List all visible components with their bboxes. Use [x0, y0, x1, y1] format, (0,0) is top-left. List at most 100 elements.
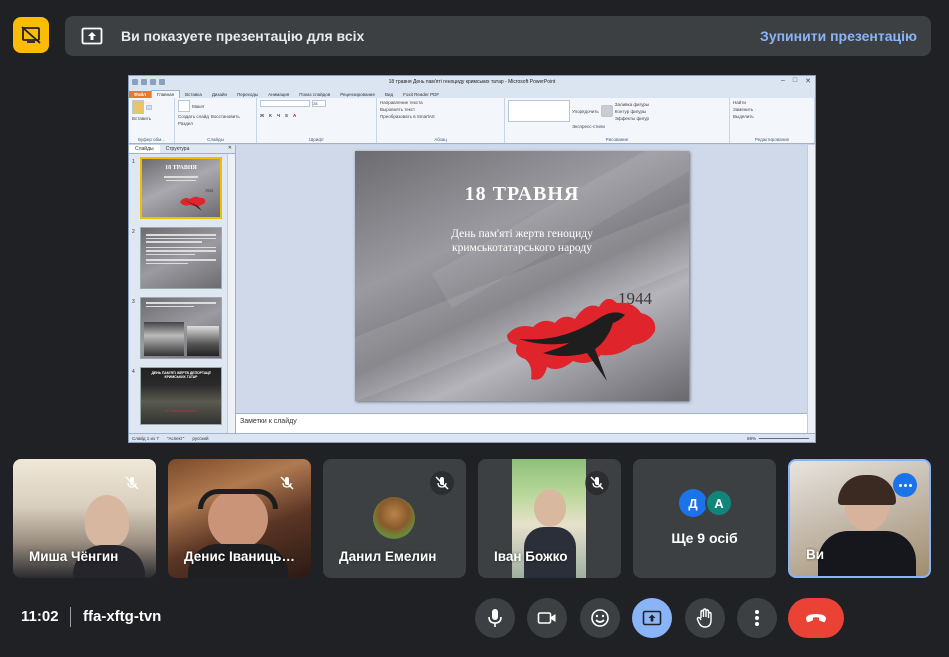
slide-thumb-4[interactable]: ДЕНЬ ПАМ'ЯТІ ЖЕРТВ ДЕПОРТАЦІЇ КРИМСЬКИХ … — [140, 367, 222, 425]
microphone-button[interactable] — [475, 598, 515, 638]
current-slide[interactable]: 18 ТРАВНЯ День пам'яті жертв геноциду кр… — [355, 151, 689, 401]
zoom-slider[interactable] — [759, 437, 809, 439]
thumb-text-line — [146, 259, 216, 261]
font-color-button[interactable]: А — [293, 113, 296, 118]
participant-tile[interactable]: Іван Божко — [478, 459, 621, 578]
tab-review[interactable]: Рецензирование — [335, 91, 380, 98]
shapes-gallery[interactable] — [508, 100, 570, 122]
more-options-button[interactable] — [893, 473, 917, 497]
replace-button[interactable]: Заменить — [733, 107, 811, 112]
layout-button[interactable]: Макет — [192, 104, 205, 109]
italic-button[interactable]: К — [269, 113, 272, 118]
align-text-button[interactable]: Выровнять текст — [380, 107, 415, 112]
tab-outline[interactable]: Структура — [160, 145, 196, 153]
paste-button[interactable]: Вставить — [132, 116, 171, 121]
self-tile[interactable]: Ви — [788, 459, 931, 578]
section-button[interactable]: Раздел — [178, 121, 193, 126]
zoom-control[interactable]: 69% — [747, 436, 809, 441]
slide-notes[interactable]: Заметки к слайду — [236, 413, 807, 433]
camera-button[interactable] — [527, 598, 567, 638]
more-vert-icon — [755, 610, 759, 626]
thumb-text-line — [146, 305, 194, 307]
shape-fill-button[interactable]: Заливка фигуры — [615, 102, 649, 107]
group-slides: Макет Создать слайд Восстановить Раздел С… — [175, 98, 257, 143]
mic-off-icon — [280, 476, 294, 490]
paste-icon[interactable] — [132, 100, 144, 114]
tab-animations[interactable]: Анимация — [263, 91, 294, 98]
mic-off-icon — [125, 476, 139, 490]
meeting-time: 11:02 — [21, 608, 59, 625]
close-icon[interactable]: ✕ — [805, 77, 811, 85]
stop-presenting-button[interactable]: Зупинити презентацію — [760, 28, 917, 44]
thumb-text-line — [146, 234, 216, 236]
thumbnail-scrollbar[interactable] — [227, 154, 235, 433]
slide-thumb-2[interactable] — [140, 227, 222, 289]
slide-thumb-3[interactable] — [140, 297, 222, 359]
shape-outline-button[interactable]: Контур фигуры — [615, 109, 649, 114]
find-button[interactable]: Найти — [733, 100, 811, 105]
group-paragraph: Направление текста Выровнять текст Преоб… — [377, 98, 505, 143]
new-slide-button[interactable]: Создать слайд — [178, 114, 209, 119]
group-drawing: Упорядочить Заливка фигуры Контур фигуры… — [505, 98, 730, 143]
ppt-title-bar: 18 травня День пам'яті геноциду кримськи… — [129, 76, 815, 88]
quick-styles-button[interactable]: Экспресс-стили — [572, 124, 605, 129]
bold-button[interactable]: Ж — [260, 113, 264, 118]
theme-name: "Аспект" — [166, 435, 185, 441]
leave-call-button[interactable] — [788, 598, 844, 638]
smartart-button[interactable]: Преобразовать в SmartArt — [380, 114, 435, 119]
more-options-menu-button[interactable] — [737, 598, 777, 638]
ppt-window-title: 18 травня День пам'яті геноциду кримськи… — [388, 79, 556, 85]
close-panel-icon[interactable]: ✕ — [225, 145, 235, 153]
raise-hand-button[interactable] — [685, 598, 725, 638]
editor-scrollbar[interactable] — [807, 145, 815, 433]
present-icon — [642, 610, 662, 626]
slide-subtitle: День пам'яті жертв геноциду кримськотата… — [415, 227, 629, 255]
language[interactable]: русский — [192, 436, 208, 441]
participant-tile[interactable]: Миша Чёнгин — [13, 459, 156, 578]
reactions-button[interactable] — [580, 598, 620, 638]
tab-file[interactable]: Файл — [129, 91, 151, 98]
shape-effects-button[interactable]: Эффекты фигур — [615, 116, 649, 121]
minimize-icon[interactable]: – — [781, 77, 785, 85]
tab-slides[interactable]: Слайды — [129, 145, 160, 153]
group-label-paragraph: Абзац — [434, 137, 447, 142]
participant-name: Денис Іваницький — [184, 549, 299, 564]
maximize-icon[interactable]: □ — [793, 77, 797, 85]
tab-slideshow[interactable]: Показ слайдов — [294, 91, 335, 98]
arrange-button[interactable]: Упорядочить — [572, 109, 599, 114]
present-screen-button[interactable] — [632, 598, 672, 638]
new-slide-icon[interactable] — [178, 100, 190, 112]
quick-styles-icon[interactable] — [600, 105, 613, 117]
crimea-swallow-icon — [507, 298, 656, 381]
tab-foxit[interactable]: Foxit Reader PDF — [398, 91, 444, 98]
presentation-off-button[interactable] — [13, 17, 49, 53]
group-label-clipboard: Буфер обм... — [138, 137, 165, 142]
cut-icon[interactable] — [146, 104, 152, 110]
ppt-ribbon: Вставить Буфер обм... Макет Создать слай… — [129, 98, 815, 144]
select-button[interactable]: Выделить — [733, 114, 811, 119]
avatar: Д — [679, 489, 707, 517]
others-tile[interactable]: Д А Ще 9 осіб — [633, 459, 776, 578]
slide-thumb-1[interactable]: 18 ТРАВНЯ 1944 — [140, 157, 222, 219]
thumb-text-line — [146, 302, 216, 304]
tab-transitions[interactable]: Переходы — [232, 91, 263, 98]
font-family-select[interactable] — [260, 100, 310, 107]
thumb-photo — [144, 322, 184, 356]
thumb-date: 18 ТРАВНЯ 1944 РОКУ — [164, 409, 198, 413]
text-direction-button[interactable]: Направление текста — [380, 100, 423, 105]
participant-tile[interactable]: Данил Емелин — [323, 459, 466, 578]
tab-insert[interactable]: Вставка — [180, 91, 207, 98]
underline-button[interactable]: Ч — [277, 113, 280, 118]
font-size-select[interactable]: 28 — [312, 100, 326, 107]
tab-design[interactable]: Дизайн — [207, 91, 232, 98]
thumb-photo — [187, 326, 219, 356]
tab-view[interactable]: Вид — [380, 91, 398, 98]
reset-button[interactable]: Восстановить — [211, 114, 240, 119]
window-controls[interactable]: – □ ✕ — [781, 77, 811, 85]
participant-tile[interactable]: Денис Іваницький — [168, 459, 311, 578]
tab-home[interactable]: Главная — [150, 90, 181, 98]
presenting-banner: Ви показуете презентацію для всіх Зупини… — [65, 16, 931, 56]
strike-button[interactable]: S — [285, 113, 288, 118]
participant-video — [534, 489, 566, 527]
thumb-text-line — [146, 250, 216, 252]
